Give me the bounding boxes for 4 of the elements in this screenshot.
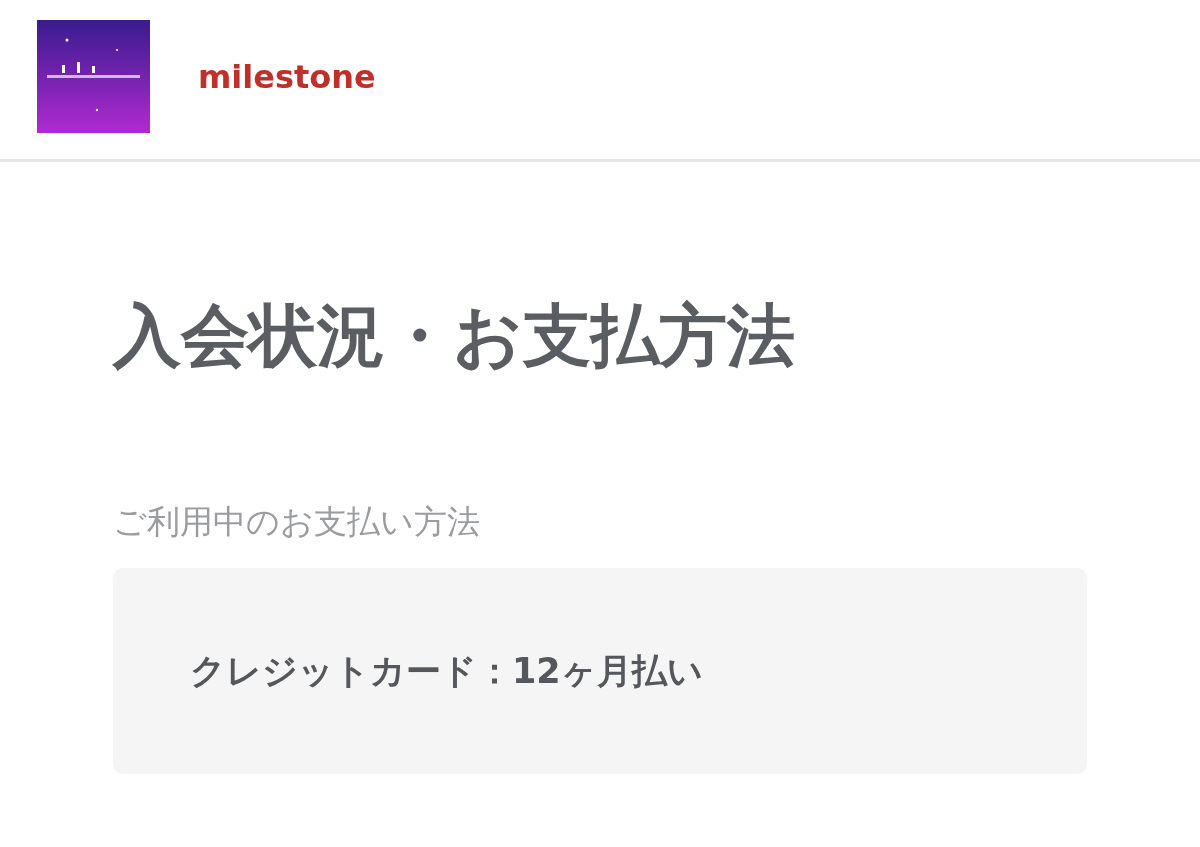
section-label: ご利用中のお支払い方法 bbox=[113, 505, 481, 538]
page-title: 入会状況・お支払方法 bbox=[113, 302, 796, 370]
payment-method: クレジットカード：12ヶ月払い bbox=[190, 649, 703, 693]
site-name[interactable]: milestone bbox=[198, 52, 376, 101]
